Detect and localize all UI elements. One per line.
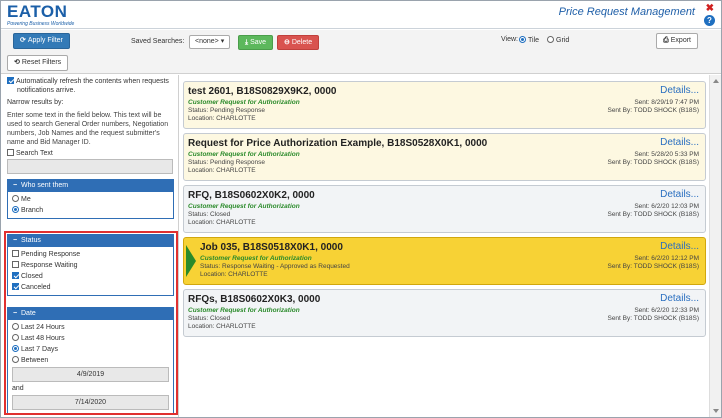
- search-help-text: Enter some text in the field below. This…: [7, 112, 169, 146]
- reset-filters-label: Reset Filters: [21, 59, 62, 66]
- who-sent-me-option[interactable]: Me: [12, 194, 169, 205]
- who-sent-branch-label: Branch: [21, 207, 44, 214]
- save-button[interactable]: ⤓ Save: [238, 35, 274, 50]
- who-sent-header[interactable]: − Who sent them: [8, 180, 173, 192]
- result-sent-by: Sent By: TODD SHOCK (B18S): [607, 211, 699, 218]
- result-status: Status: Closed: [188, 315, 231, 322]
- result-location: Location: CHARLOTTE: [200, 271, 268, 278]
- results-scrollbar[interactable]: [709, 75, 721, 417]
- result-title: test 2601, B18S0829X9K2, 0000: [188, 86, 337, 97]
- result-card[interactable]: RFQs, B18S0602X0K3, 0000 Customer Reques…: [183, 289, 706, 337]
- result-sent-by: Sent By: TODD SHOCK (B18S): [607, 263, 699, 270]
- auto-refresh-checkbox[interactable]: Automatically refresh the contents when …: [7, 77, 172, 95]
- details-link[interactable]: Details...: [660, 189, 699, 200]
- scroll-down-icon[interactable]: [713, 409, 719, 413]
- saved-searches-label: Saved Searches:: [131, 38, 185, 45]
- result-type: Customer Request for Authorization: [188, 203, 300, 210]
- result-location: Location: CHARLOTTE: [188, 115, 256, 122]
- view-grid-option[interactable]: Grid: [547, 36, 569, 44]
- checkbox-icon: [7, 149, 14, 156]
- close-icon[interactable]: ✖: [706, 4, 714, 14]
- result-sent: Sent: 8/29/19 7:47 PM: [634, 99, 699, 106]
- view-tile-label: Tile: [528, 37, 540, 44]
- result-title: RFQs, B18S0602X0K3, 0000: [188, 294, 321, 305]
- radio-icon: [12, 206, 19, 213]
- reset-filters-button[interactable]: ⟲ Reset Filters: [7, 55, 69, 71]
- result-type: Customer Request for Authorization: [188, 99, 300, 106]
- delete-icon: ⊖: [284, 39, 290, 46]
- eaton-logo: EATON Powering Business Worldwide: [7, 2, 75, 27]
- result-sent-by: Sent By: TODD SHOCK (B18S): [607, 315, 699, 322]
- scroll-up-icon[interactable]: [713, 79, 719, 83]
- result-title: RFQ, B18S0602X0K2, 0000: [188, 190, 315, 201]
- who-sent-group: − Who sent them Me Branch: [7, 179, 174, 219]
- apply-filter-button[interactable]: ⟳ Apply Filter: [13, 33, 70, 49]
- details-link[interactable]: Details...: [660, 293, 699, 304]
- reset-icon: ⟲: [14, 59, 20, 66]
- result-location: Location: CHARLOTTE: [188, 323, 256, 330]
- logo-tagline: Powering Business Worldwide: [7, 21, 75, 27]
- result-title: Request for Price Authorization Example,…: [188, 138, 488, 149]
- result-card-selected[interactable]: Job 035, B18S0518X0K1, 0000 Customer Req…: [183, 237, 706, 285]
- result-location: Location: CHARLOTTE: [188, 219, 256, 226]
- caret-down-icon: ▾: [220, 38, 225, 45]
- result-type: Customer Request for Authorization: [188, 307, 300, 314]
- export-label: Export: [670, 37, 691, 44]
- apply-filter-label: Apply Filter: [27, 37, 63, 44]
- delete-button[interactable]: ⊖ Delete: [277, 35, 320, 50]
- result-card[interactable]: RFQ, B18S0602X0K2, 0000 Customer Request…: [183, 185, 706, 233]
- result-sent: Sent: 6/2/20 12:03 PM: [634, 203, 699, 210]
- result-sent: Sent: 6/2/20 12:33 PM: [634, 307, 699, 314]
- logo-word: EATON: [7, 2, 68, 21]
- result-status: Status: Pending Response: [188, 107, 265, 114]
- who-sent-title: Who sent them: [21, 182, 69, 189]
- radio-icon: [12, 195, 19, 202]
- search-text-checkbox[interactable]: Search Text: [7, 149, 53, 157]
- header: EATON Powering Business Worldwide Price …: [1, 1, 721, 29]
- search-text-label: Search Text: [16, 150, 53, 157]
- radio-icon: [519, 36, 526, 43]
- view-tile-option[interactable]: Tile: [519, 36, 539, 44]
- view-grid-label: Grid: [556, 37, 570, 44]
- toolbar: ⟳ Apply Filter ⟲ Reset Filters Saved Searc…: [1, 30, 721, 74]
- result-sent-by: Sent By: TODD SHOCK (B18S): [607, 107, 699, 114]
- narrow-label: Narrow results by:: [7, 99, 64, 106]
- highlight-box: [4, 231, 178, 415]
- help-icon[interactable]: ?: [704, 15, 715, 26]
- collapse-icon: −: [13, 182, 18, 189]
- saved-search-value: <none>: [195, 38, 219, 45]
- saved-search-select[interactable]: <none> ▾: [189, 35, 231, 49]
- results-list: test 2601, B18S0829X9K2, 0000 Customer R…: [180, 75, 708, 417]
- who-sent-branch-option[interactable]: Branch: [12, 205, 169, 216]
- result-location: Location: CHARLOTTE: [188, 167, 256, 174]
- result-type: Customer Request for Authorization: [188, 151, 300, 158]
- selected-arrow-icon: [186, 245, 196, 277]
- save-icon: ⤓: [245, 39, 249, 46]
- app-title: Price Request Management: [558, 6, 695, 18]
- who-sent-me-label: Me: [21, 196, 31, 203]
- save-label: Save: [250, 39, 267, 46]
- result-sent: Sent: 5/28/20 5:33 PM: [634, 151, 699, 158]
- checkbox-icon: [7, 77, 14, 84]
- details-link[interactable]: Details...: [660, 85, 699, 96]
- details-link[interactable]: Details...: [660, 241, 699, 252]
- result-status: Status: Pending Response: [188, 159, 265, 166]
- view-label: View:: [501, 36, 518, 43]
- details-link[interactable]: Details...: [660, 137, 699, 148]
- auto-refresh-label: Automatically refresh the contents when …: [16, 78, 169, 94]
- search-text-input[interactable]: [7, 159, 173, 174]
- refresh-icon: ⟳: [20, 37, 26, 44]
- delete-label: Delete: [291, 39, 313, 46]
- result-status: Status: Response Waiting - Approved as R…: [200, 263, 350, 270]
- result-title: Job 035, B18S0518X0K1, 0000: [200, 242, 343, 253]
- result-card[interactable]: Request for Price Authorization Example,…: [183, 133, 706, 181]
- result-sent-by: Sent By: TODD SHOCK (B18S): [607, 159, 699, 166]
- export-icon: ⎙: [663, 37, 669, 44]
- result-sent: Sent: 6/2/20 12:12 PM: [634, 255, 699, 262]
- export-button[interactable]: ⎙ Export: [656, 33, 698, 49]
- result-type: Customer Request for Authorization: [200, 255, 312, 262]
- result-status: Status: Closed: [188, 211, 231, 218]
- result-card[interactable]: test 2601, B18S0829X9K2, 0000 Customer R…: [183, 81, 706, 129]
- radio-icon: [547, 36, 554, 43]
